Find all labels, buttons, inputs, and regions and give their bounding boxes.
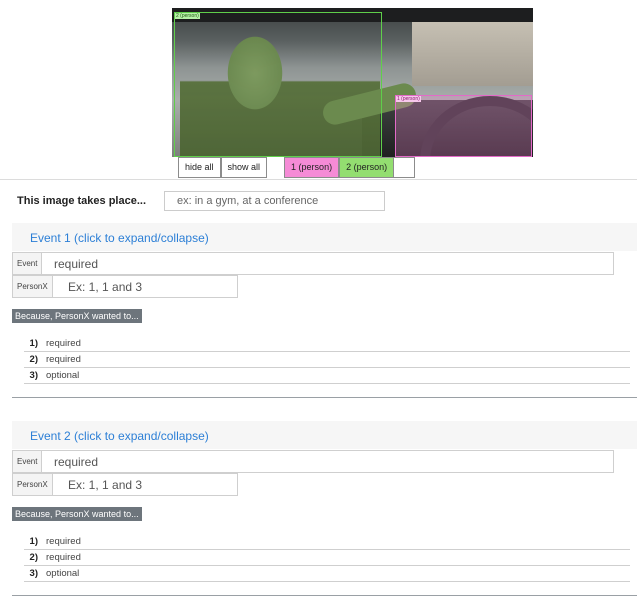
reason-number: 1) xyxy=(29,536,38,547)
event-1-reason-3-input[interactable] xyxy=(42,368,550,383)
person-2-tag: 2 (person) xyxy=(175,13,200,19)
person-1-toggle[interactable]: 1 (person) xyxy=(284,157,340,178)
event-2-event-input[interactable] xyxy=(46,451,606,472)
person-2-toggle[interactable]: 2 (person) xyxy=(339,157,395,178)
event-1-reason-1-input[interactable] xyxy=(42,336,550,351)
setting-label: This image takes place... xyxy=(17,195,147,207)
hide-all-button[interactable]: hide all xyxy=(178,157,221,178)
event-1-header-label[interactable]: Event 1 (click to expand/collapse) xyxy=(30,231,209,245)
event-1-reason-1: 1) xyxy=(24,336,630,352)
event-1-reason-3: 3) xyxy=(24,368,630,384)
person-1-tag: 1 (person) xyxy=(396,96,421,102)
event-2-reason-3-input[interactable] xyxy=(42,566,550,581)
event-2-reason-1-input[interactable] xyxy=(42,534,550,549)
event-1-event-input[interactable] xyxy=(46,253,606,274)
person-2-bounding-box xyxy=(174,12,382,157)
viewer-controls: hide all show all 1 (person) 2 (person) xyxy=(178,157,416,178)
event-2-header[interactable]: Event 2 (click to expand/collapse) xyxy=(12,421,637,449)
setting-input[interactable] xyxy=(164,191,385,211)
reason-number: 2) xyxy=(29,552,38,563)
event-1-divider xyxy=(12,397,637,398)
controls-gap xyxy=(267,157,284,178)
event-2-reason-2-input[interactable] xyxy=(42,550,550,565)
event-2-reason-3: 3) xyxy=(24,566,630,582)
scene-image: 2 (person) 1 (person) xyxy=(172,8,533,157)
event-2-personx-input[interactable] xyxy=(60,474,235,495)
event-2-divider xyxy=(12,595,637,596)
event-1-personx-input[interactable] xyxy=(60,276,235,297)
event-2-event-row: Event xyxy=(12,450,614,473)
event-2-reason-2: 2) xyxy=(24,550,630,566)
controls-tail xyxy=(394,157,416,178)
reason-number: 3) xyxy=(29,370,38,381)
event-1-personx-row: PersonX xyxy=(12,275,238,298)
event-1-reason-2: 2) xyxy=(24,352,630,368)
event-addon: Event xyxy=(13,253,43,274)
event-2-because-label: Because, PersonX wanted to... xyxy=(12,507,142,521)
reason-number: 1) xyxy=(29,338,38,349)
top-divider xyxy=(0,179,637,180)
event-1-reason-2-input[interactable] xyxy=(42,352,550,367)
building xyxy=(412,16,533,86)
personx-addon: PersonX xyxy=(13,474,53,495)
event-1-header[interactable]: Event 1 (click to expand/collapse) xyxy=(12,223,637,251)
event-addon: Event xyxy=(13,451,43,472)
reason-number: 2) xyxy=(29,354,38,365)
event-2-personx-row: PersonX xyxy=(12,473,238,496)
personx-addon: PersonX xyxy=(13,276,53,297)
event-2-reason-1: 1) xyxy=(24,534,630,550)
reason-number: 3) xyxy=(29,568,38,579)
event-1-event-row: Event xyxy=(12,252,614,275)
event-1-because-label: Because, PersonX wanted to... xyxy=(12,309,142,323)
show-all-button[interactable]: show all xyxy=(220,157,268,178)
event-2-header-label[interactable]: Event 2 (click to expand/collapse) xyxy=(30,429,209,443)
person-1-bounding-box xyxy=(395,95,532,157)
